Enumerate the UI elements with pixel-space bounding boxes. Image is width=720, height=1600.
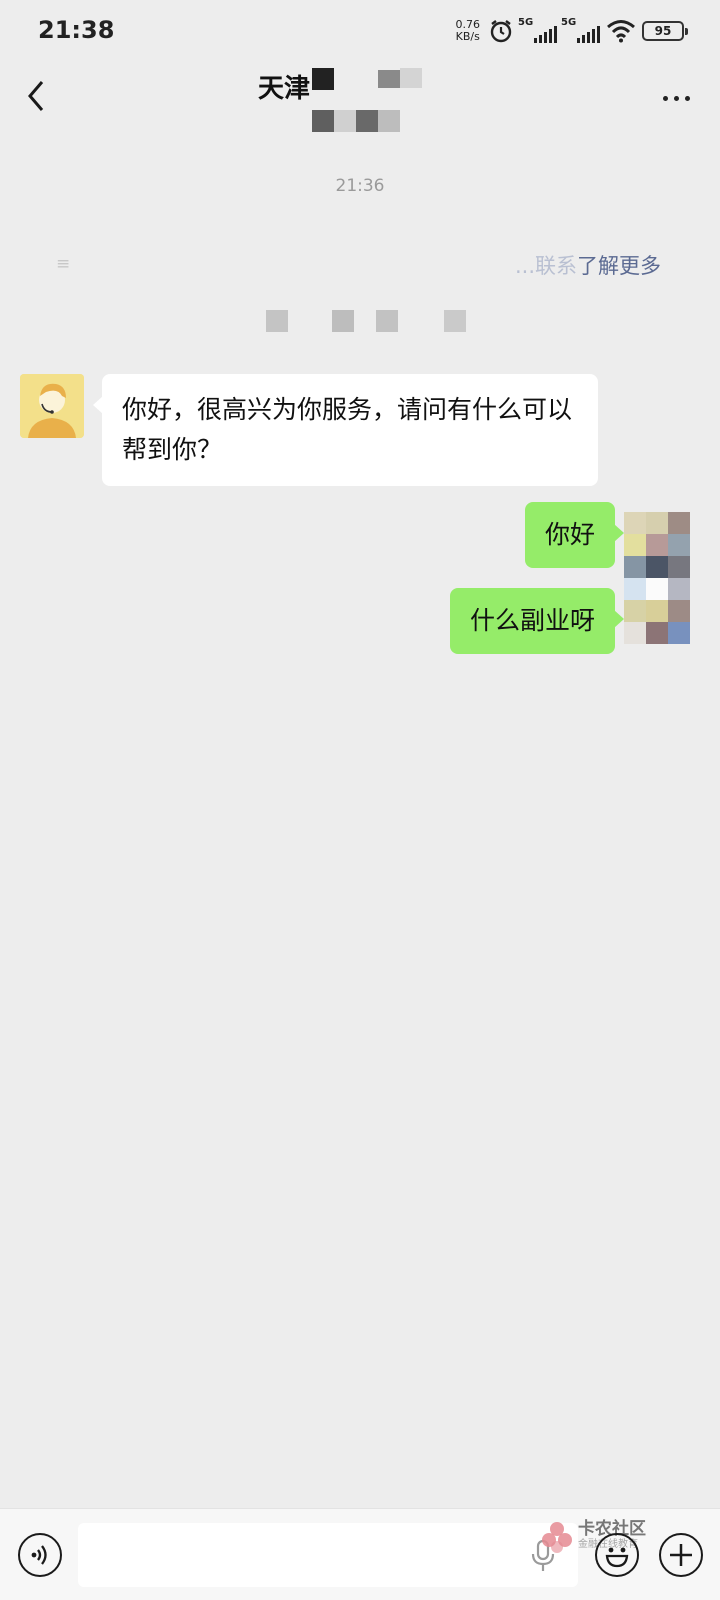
plus-button[interactable] — [659, 1533, 703, 1577]
more-button[interactable] — [656, 80, 696, 116]
learn-more-prefix: ...联系 — [515, 254, 578, 278]
message-input[interactable] — [78, 1523, 578, 1587]
voice-button[interactable] — [18, 1533, 62, 1577]
redacted-title-block — [378, 70, 400, 88]
redacted-title-block — [400, 68, 422, 88]
redacted-block — [332, 310, 354, 332]
more-dots-icon — [662, 95, 668, 101]
input-bar: 卡农社区 金融在线教育 — [0, 1508, 720, 1600]
redacted-subtitle-block — [356, 110, 378, 132]
chat-title: 天津 — [258, 74, 311, 104]
sim2-label: 5G — [561, 17, 577, 28]
status-time: 21:38 — [38, 16, 115, 44]
redacted-block — [266, 310, 288, 332]
emoji-button[interactable] — [595, 1533, 639, 1577]
battery-level: 95 — [654, 24, 672, 38]
network-speed: 0.76 KB/s — [456, 19, 481, 43]
outgoing-message[interactable]: 你好 — [524, 502, 625, 568]
battery-icon: 95 — [642, 21, 688, 41]
redacted-title-block — [312, 68, 334, 90]
signal-sim1-icon: 5G — [518, 17, 557, 43]
redacted-subtitle-block — [378, 110, 400, 132]
sim1-label: 5G — [518, 17, 534, 28]
kanong-logo-icon — [542, 1522, 572, 1553]
chat-header: 天津 — [0, 60, 720, 140]
incoming-message[interactable]: 你好，很高兴为你服务，请问有什么可以帮到你？ — [93, 374, 598, 486]
system-notice-left: ≡ — [56, 254, 71, 274]
plus-icon — [670, 1544, 692, 1566]
redacted-block — [444, 310, 466, 332]
message-timestamp: 21:36 — [335, 176, 385, 196]
alarm-icon — [490, 20, 512, 43]
back-button[interactable] — [16, 76, 56, 116]
network-speed-unit: KB/s — [455, 30, 480, 43]
wifi-icon — [607, 20, 635, 43]
customer-service-avatar-icon — [20, 374, 84, 438]
chevron-left-icon — [28, 81, 44, 111]
learn-more-text: 了解更多 — [577, 254, 662, 278]
contact-avatar[interactable] — [20, 374, 84, 438]
redacted-subtitle-block — [334, 110, 356, 132]
signal-sim2-icon: 5G — [561, 17, 600, 43]
emoji-icon — [605, 1547, 629, 1568]
redacted-subtitle-block — [312, 110, 334, 132]
redacted-block — [376, 310, 398, 332]
status-icons: 0.76 KB/s 5G 5G 95 — [456, 14, 688, 48]
learn-more-link[interactable]: ...联系了解更多 — [515, 250, 661, 280]
voice-icon — [31, 1545, 47, 1565]
status-bar: 21:38 0.76 KB/s 5G 5G 95 — [0, 0, 720, 60]
outgoing-message[interactable]: 什么副业呀 — [449, 588, 625, 654]
my-avatar[interactable] — [624, 512, 690, 644]
